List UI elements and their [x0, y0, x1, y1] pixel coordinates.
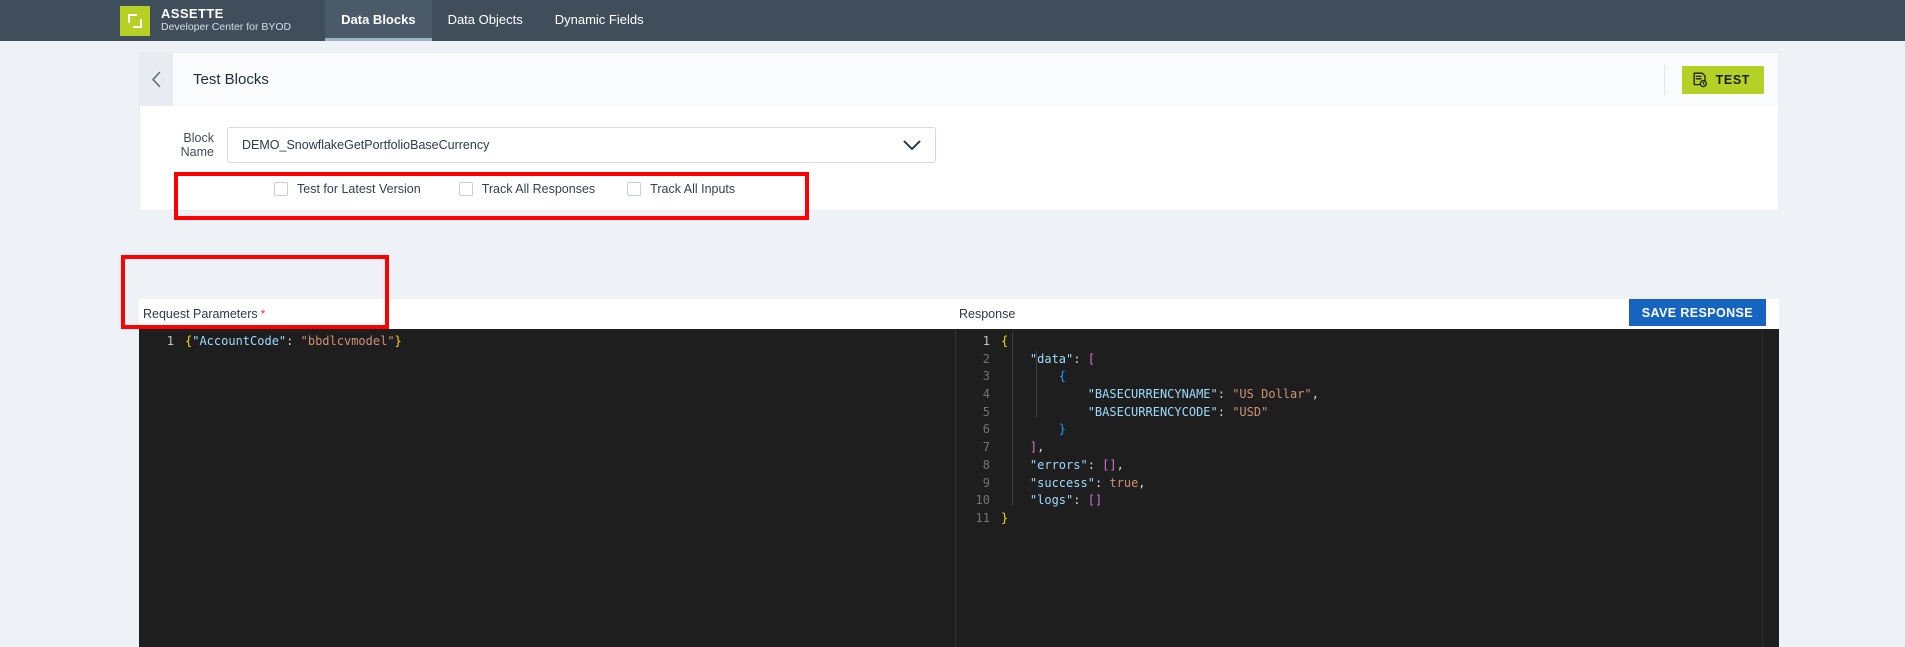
code-text: {"AccountCode": "bbdlcvmodel"}: [185, 334, 402, 348]
block-name-label: Block Name: [180, 131, 214, 159]
line-number: 6: [982, 422, 990, 437]
page-title: Test Blocks: [193, 71, 269, 88]
brackets-logo-icon: [120, 5, 150, 36]
line-number: 5: [982, 404, 990, 419]
page-body: Test Blocks TEST Block Name DEMO_Snowfla…: [0, 41, 1905, 647]
request-code-lines[interactable]: 1 {"AccountCode": "bbdlcvmodel"}: [139, 329, 955, 351]
test-document-icon: [1693, 72, 1708, 88]
code-line[interactable]: 1{: [955, 333, 1779, 351]
line-number: 3: [982, 369, 990, 384]
code-text: "data": [: [1029, 351, 1095, 366]
checkbox-label: Track All Responses: [481, 182, 596, 196]
response-pane: Response SAVE RESPONSE 1{2 "data": [3 {4…: [955, 299, 1779, 647]
code-text: "logs": []: [1029, 493, 1103, 508]
tab-dynamic-fields-label: Dynamic Fields: [554, 11, 644, 27]
checkbox-label: Track All Inputs: [650, 182, 736, 196]
checkbox-box[interactable]: [458, 182, 473, 196]
code-text: "success": true,: [1029, 475, 1146, 490]
test-button-label: TEST: [1715, 72, 1750, 87]
chevron-down-icon[interactable]: [903, 140, 935, 151]
response-pane-title: Response: [959, 307, 1016, 321]
checkbox-label: Test for Latest Version: [297, 182, 421, 196]
checkbox-test-for-latest-version[interactable]: Test for Latest Version: [274, 182, 421, 196]
test-button[interactable]: TEST: [1681, 65, 1764, 94]
indent-guide: [1012, 333, 1013, 506]
request-pane-title: Request Parameters: [143, 307, 258, 321]
code-line[interactable]: 5 "BASECURRENCYCODE": "USD": [955, 404, 1779, 422]
code-line[interactable]: 3 {: [955, 368, 1779, 386]
request-parameters-pane: Request Parameters * 1 {"AccountCode": "b…: [139, 299, 955, 647]
checkbox-box[interactable]: [274, 182, 288, 196]
chevron-left-icon: [151, 71, 162, 88]
brand-title: ASSETTE: [161, 6, 224, 22]
code-text: {: [1001, 334, 1009, 348]
brand: ASSETTE Developer Center for BYOD: [120, 0, 291, 41]
tab-data-blocks-label: Data Blocks: [341, 11, 416, 27]
required-asterisk: *: [260, 307, 266, 321]
line-number: 11: [975, 510, 990, 525]
line-number: 1: [982, 334, 990, 348]
response-code-editor[interactable]: 1{2 "data": [3 {4 "BASECURRENCYNAME": "U…: [955, 329, 1779, 647]
line-number: 10: [975, 493, 990, 508]
options-checkbox-row: Test for Latest Version Track All Respon…: [140, 182, 1778, 196]
back-button[interactable]: [140, 52, 173, 107]
request-pane-header: Request Parameters *: [139, 299, 955, 329]
test-form: Block Name DEMO_SnowflakeGetPortfolioBas…: [139, 106, 1779, 211]
checkbox-track-all-responses[interactable]: Track All Responses: [458, 182, 596, 196]
header-divider: [1663, 64, 1665, 95]
code-text: "BASECURRENCYNAME": "US Dollar",: [1087, 387, 1319, 402]
indent-guide: [1036, 351, 1037, 418]
minimap-separator[interactable]: [1762, 329, 1763, 647]
checkbox-track-all-inputs[interactable]: Track All Inputs: [627, 182, 735, 196]
tab-data-blocks[interactable]: Data Blocks: [325, 0, 432, 41]
checkbox-box[interactable]: [627, 182, 642, 196]
line-number: 8: [982, 457, 990, 472]
code-text: }: [1058, 422, 1067, 437]
line-number: 2: [982, 351, 990, 366]
editors-area: Request Parameters * 1 {"AccountCode": "b…: [139, 299, 1779, 647]
block-name-value: DEMO_SnowflakeGetPortfolioBaseCurrency: [242, 138, 490, 152]
code-line[interactable]: 9 "success": true,: [955, 475, 1779, 493]
tab-dynamic-fields[interactable]: Dynamic Fields: [539, 0, 660, 41]
code-line[interactable]: 4 "BASECURRENCYNAME": "US Dollar",: [955, 386, 1779, 404]
tab-data-objects-label: Data Objects: [447, 11, 523, 27]
response-pane-header: Response SAVE RESPONSE: [955, 299, 1779, 329]
code-line[interactable]: 10 "logs": []: [955, 492, 1779, 510]
line-number: 9: [982, 475, 990, 490]
code-text: "errors": [],: [1029, 457, 1124, 472]
block-name-select[interactable]: DEMO_SnowflakeGetPortfolioBaseCurrency: [227, 127, 936, 163]
code-line[interactable]: 8 "errors": [],: [955, 457, 1779, 475]
code-text: {: [1058, 369, 1067, 384]
page-header: Test Blocks TEST: [139, 52, 1779, 107]
code-line[interactable]: 6 }: [955, 421, 1779, 439]
code-line[interactable]: 7 ],: [955, 439, 1779, 457]
nav-tabs: Data Blocks Data Objects Dynamic Fields: [325, 0, 659, 41]
code-line[interactable]: 2 "data": [: [955, 351, 1779, 369]
code-line[interactable]: 11}: [955, 510, 1779, 528]
line-number: 7: [982, 440, 990, 455]
brand-subtitle: Developer Center for BYOD: [161, 20, 292, 33]
code-text: }: [1001, 510, 1009, 525]
block-name-row: Block Name DEMO_SnowflakeGetPortfolioBas…: [140, 125, 1778, 165]
top-navigation-bar: ASSETTE Developer Center for BYOD Data B…: [0, 0, 1905, 41]
line-number: 1: [166, 334, 174, 348]
request-code-editor[interactable]: 1 {"AccountCode": "bbdlcvmodel"}: [139, 329, 955, 647]
code-text: ],: [1029, 440, 1045, 455]
code-line[interactable]: 1 {"AccountCode": "bbdlcvmodel"}: [139, 333, 955, 351]
tab-data-objects[interactable]: Data Objects: [432, 0, 539, 41]
code-text: "BASECURRENCYCODE": "USD": [1087, 404, 1269, 419]
editor-divider: [955, 329, 956, 647]
response-code-lines[interactable]: 1{2 "data": [3 {4 "BASECURRENCYNAME": "U…: [955, 329, 1779, 528]
line-number: 4: [982, 387, 990, 402]
save-response-button[interactable]: SAVE RESPONSE: [1628, 299, 1766, 326]
